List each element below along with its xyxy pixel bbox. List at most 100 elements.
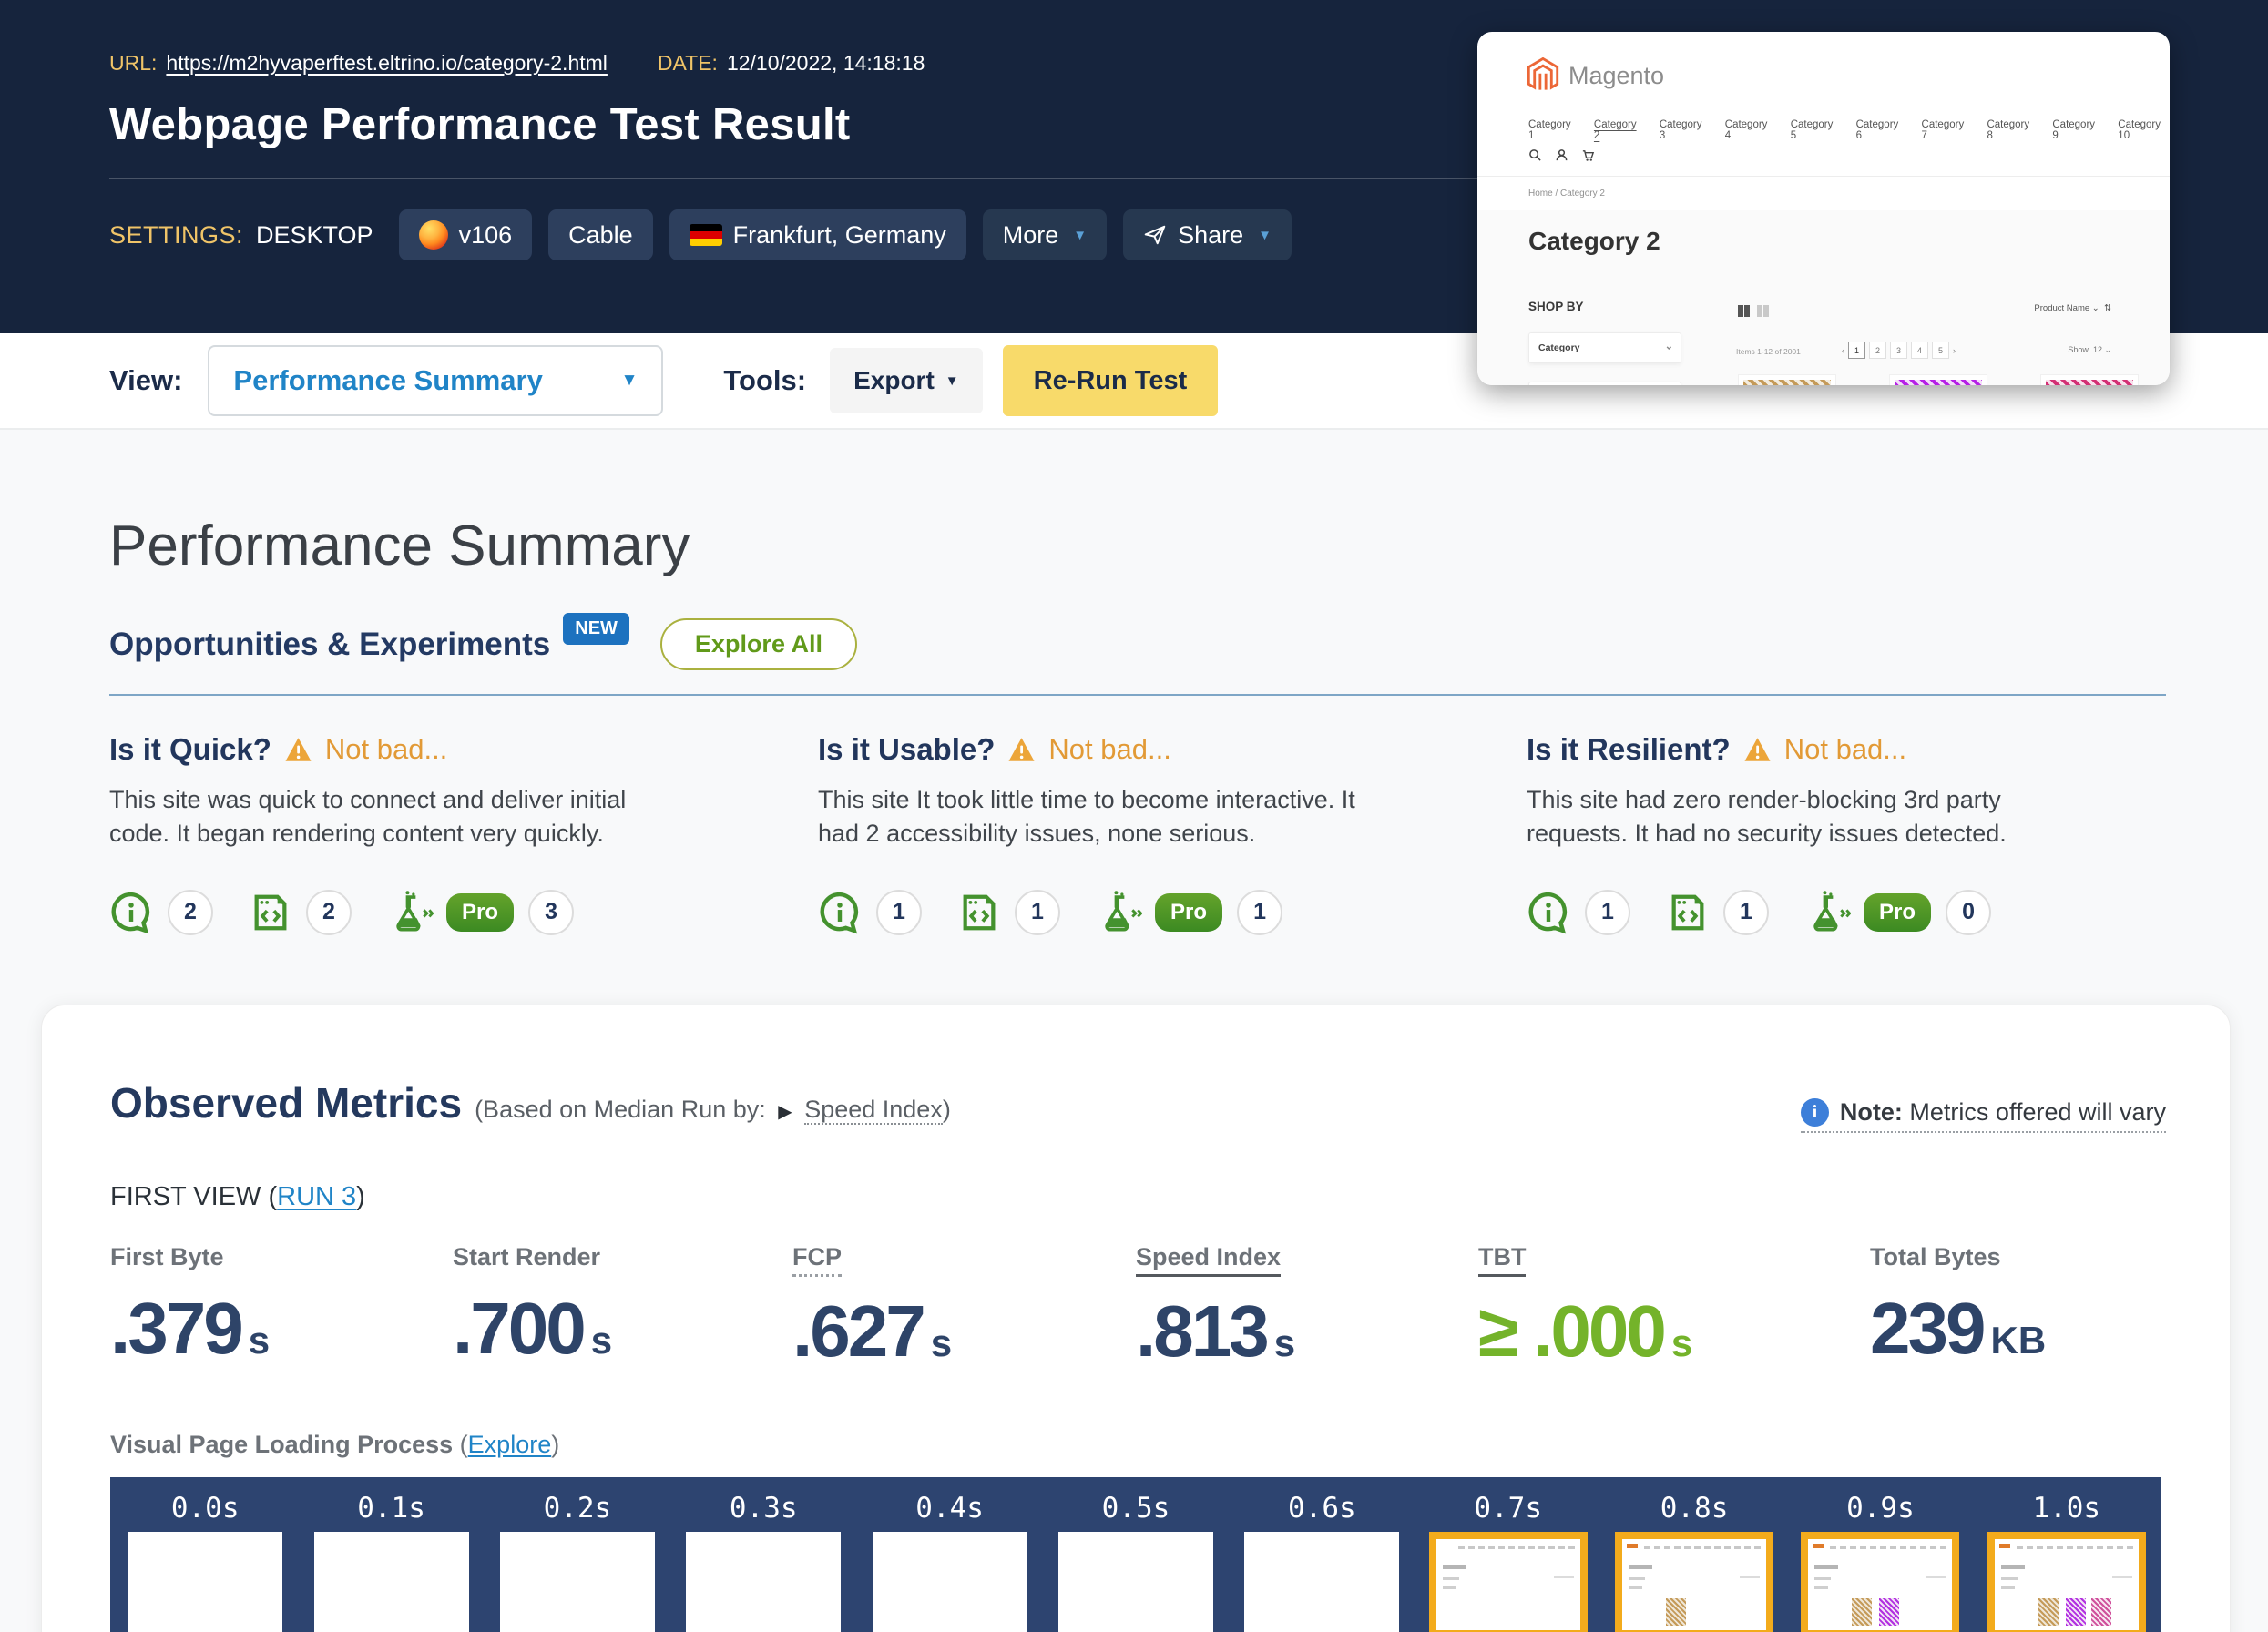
info-count-badge: 1 <box>1585 889 1630 935</box>
visual-loading-label-row: Visual Page Loading Process (Explore) <box>110 1431 560 1458</box>
experiment-count-badge: 0 <box>1946 889 1992 935</box>
metric-start-render: Start Render .700 s <box>453 1243 613 1369</box>
nav-category-7: Category 7 <box>1921 119 1965 141</box>
info-bubble-icon <box>1528 892 1568 933</box>
preview-product-3 <box>2040 374 2139 385</box>
frame-time: 1.0s <box>2032 1492 2101 1525</box>
experiment-flask-icon <box>1105 890 1142 932</box>
filmstrip-frame: 1.0s <box>1974 1477 2160 1632</box>
frame-time: 0.5s <box>1101 1492 1170 1525</box>
nav-category-5: Category 5 <box>1790 119 1834 141</box>
filmstrip-frame: 0.6s <box>1229 1477 1415 1632</box>
preview-shop-by-label: SHOP BY <box>1528 300 1584 313</box>
metrics-values-row: First Byte .379 s Start Render .700 s FCP … <box>110 1243 2161 1425</box>
question-title: Is it Quick? <box>109 732 271 766</box>
question-title: Is it Usable? <box>818 732 996 766</box>
page-screenshot-thumbnail[interactable]: Magento Category 1 Category 2 Category 3… <box>1477 32 2170 385</box>
metric-first-byte: First Byte .379 s <box>110 1243 271 1369</box>
page-1: 1 <box>1848 342 1865 359</box>
grid-view-icon <box>1738 305 1750 317</box>
preview-divider <box>1477 176 2170 177</box>
frame-time: 0.7s <box>1474 1492 1543 1525</box>
frame-thumbnail <box>1801 1532 1960 1632</box>
frame-time: 0.8s <box>1660 1492 1729 1525</box>
explore-all-button[interactable]: Explore All <box>659 618 857 670</box>
browser-pill: v106 <box>398 209 533 260</box>
code-file-icon <box>254 894 287 930</box>
pro-badge: Pro <box>1864 892 1932 932</box>
frame-thumbnail <box>1244 1532 1400 1632</box>
connection-value: Cable <box>568 220 633 249</box>
account-icon <box>1556 149 1568 161</box>
opportunity-column-usable: Is it Usable? Not bad... This site It to… <box>818 732 1383 935</box>
verdict-text: Not bad... <box>1783 733 1907 765</box>
connection-pill: Cable <box>548 209 653 260</box>
speed-index-sort-link[interactable]: Speed Index <box>804 1096 943 1125</box>
metric-fcp[interactable]: FCP .627 s <box>792 1243 952 1373</box>
nav-category-2-active: Category 2 <box>1593 119 1637 141</box>
preview-product-1 <box>1738 374 1836 385</box>
preview-items-count: Items 1-12 of 2001 <box>1736 347 1801 356</box>
info-bubble-icon <box>111 892 150 933</box>
code-count-badge: 1 <box>1723 889 1769 935</box>
rerun-test-button[interactable]: Re-Run Test <box>1002 345 1219 416</box>
column-description: This site had zero render-blocking 3rd p… <box>1527 786 2007 848</box>
opportunity-columns: Is it Quick? Not bad... This site was qu… <box>109 732 2166 935</box>
view-select[interactable]: Performance Summary ▼ <box>208 345 664 416</box>
device-value: DESKTOP <box>256 220 373 249</box>
chevron-down-icon: ▼ <box>945 372 959 389</box>
prev-page-icon: ‹ <box>1842 345 1844 355</box>
preview-header-icons <box>1528 148 1595 162</box>
filmstrip-frame: 0.2s <box>485 1477 670 1632</box>
summary-title: Performance Summary <box>109 515 690 577</box>
warning-icon <box>1744 738 1771 761</box>
filmstrip-frame: 0.5s <box>1043 1477 1229 1632</box>
frame-time: 0.6s <box>1288 1492 1356 1525</box>
frame-time: 0.0s <box>170 1492 240 1525</box>
pro-badge: Pro <box>446 892 515 932</box>
page-4: 4 <box>1911 342 1928 359</box>
run-3-link[interactable]: RUN 3 <box>277 1182 356 1211</box>
location-value: Frankfurt, Germany <box>732 220 946 249</box>
frame-thumbnail <box>499 1532 655 1632</box>
nav-category-10: Category 10 <box>2118 119 2161 141</box>
metric-speed-index[interactable]: Speed Index .813 s <box>1136 1243 1295 1373</box>
frame-thumbnail-complete <box>1987 1532 2146 1632</box>
frame-thumbnail <box>128 1532 283 1632</box>
filmstrip-frame: 0.1s <box>298 1477 484 1632</box>
preview-breadcrumb: Home / Category 2 <box>1528 189 1605 199</box>
code-count-badge: 2 <box>306 889 352 935</box>
code-count-badge: 1 <box>1015 889 1060 935</box>
chevron-down-icon: ▼ <box>620 371 639 390</box>
page-3: 3 <box>1890 342 1907 359</box>
export-button[interactable]: Export ▼ <box>830 348 983 413</box>
magento-logo: Magento <box>1527 57 1664 94</box>
export-label: Export <box>853 366 935 394</box>
share-button[interactable]: Share ▼ <box>1123 209 1292 260</box>
explore-filmstrip-link[interactable]: Explore <box>468 1431 552 1458</box>
settings-label: SETTINGS: <box>109 220 244 249</box>
opportunity-column-resilient: Is it Resilient? Not bad... This site ha… <box>1527 732 2091 935</box>
metric-total-bytes: Total Bytes 239 KB <box>1870 1243 2047 1369</box>
experiment-flask-icon <box>1813 890 1851 932</box>
metrics-note-tooltip[interactable]: i Note: Metrics offered will vary <box>1800 1098 2166 1133</box>
more-button[interactable]: More ▼ <box>982 209 1108 260</box>
frame-time: 0.1s <box>357 1492 425 1525</box>
preview-filter-category: Category ⌄ <box>1528 332 1681 364</box>
wpt-result-page: URL: https://m2hyvaperftest.eltrino.io/ca… <box>0 0 2268 1632</box>
sort-caret-icon: ▶ <box>778 1102 792 1122</box>
frame-time: 0.2s <box>543 1492 612 1525</box>
frame-time: 0.4s <box>915 1492 984 1525</box>
frame-time: 0.9s <box>1846 1492 1915 1525</box>
metric-tbt[interactable]: TBT ≥ .000 s <box>1478 1243 1692 1373</box>
germany-flag-icon <box>689 224 722 246</box>
frame-thumbnail <box>313 1532 469 1632</box>
magento-mark-icon <box>1527 57 1559 90</box>
page-2: 2 <box>1869 342 1886 359</box>
tested-url-link[interactable]: https://m2hyvaperftest.eltrino.io/catego… <box>166 51 608 75</box>
url-label: URL: <box>109 51 158 75</box>
opportunities-header-row: Opportunities & Experiments NEW Explore … <box>109 613 2166 670</box>
nav-category-3: Category 3 <box>1659 119 1702 141</box>
search-icon <box>1529 149 1541 161</box>
warning-icon <box>1008 738 1035 761</box>
